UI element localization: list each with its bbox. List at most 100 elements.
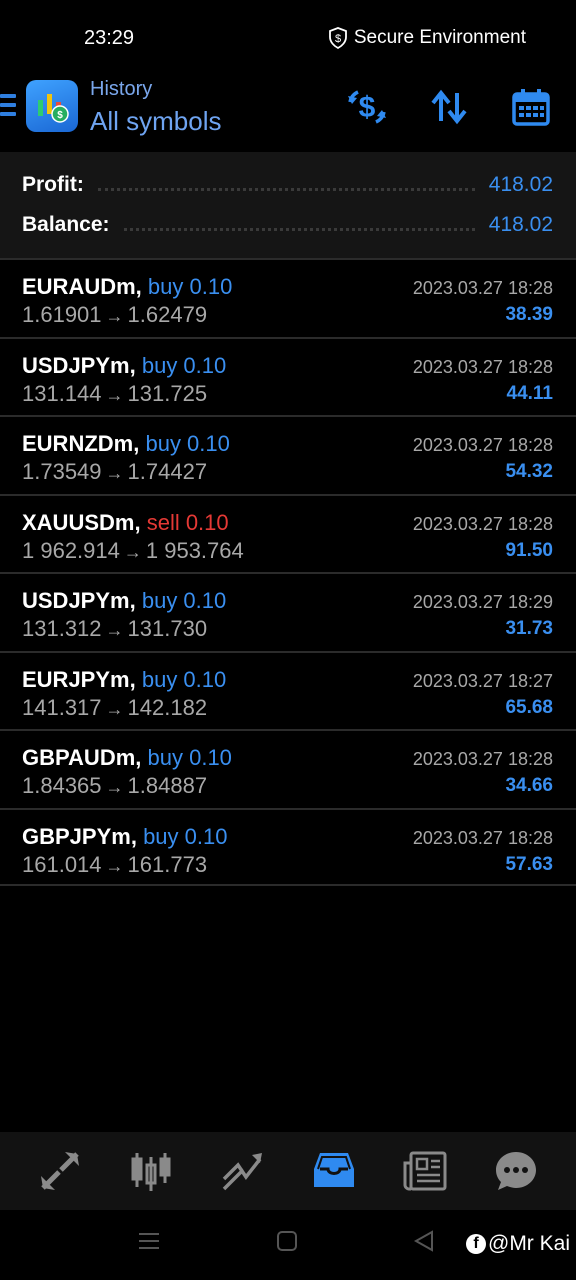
back-button[interactable] bbox=[413, 1230, 435, 1257]
shield-icon: $ bbox=[328, 27, 347, 49]
close-price: 142.182 bbox=[127, 694, 208, 720]
trade-symbol: GBPJPYm, bbox=[22, 823, 137, 849]
dotted-leader bbox=[97, 187, 475, 191]
close-price: 1.74427 bbox=[127, 459, 208, 484]
trade-time: 2023.03.27 18:27 bbox=[412, 670, 553, 691]
svg-text:$: $ bbox=[57, 110, 63, 121]
quotes-icon[interactable] bbox=[30, 1141, 90, 1201]
dollar-exchange-icon[interactable]: $ bbox=[344, 84, 390, 130]
arrow-right-icon: → bbox=[105, 698, 124, 719]
trade-time: 2023.03.27 18:29 bbox=[412, 592, 553, 612]
trade-symbol: EURNZDm, bbox=[22, 431, 140, 456]
sort-icon[interactable] bbox=[426, 84, 472, 130]
dotted-leader bbox=[123, 227, 475, 231]
recent-apps-button[interactable] bbox=[138, 1230, 160, 1257]
trade-row[interactable]: EURNZDm, buy 0.10 1.73549 → 1.74427 2023.0… bbox=[0, 415, 576, 494]
trade-row[interactable]: USDJPYm, buy 0.10 131.144 → 131.725 2023.0… bbox=[0, 336, 576, 416]
trade-history-list: EURAUDm, buy 0.10 1.61901 → 1.62479 2023.0… bbox=[0, 258, 576, 886]
trade-profit: 65.68 bbox=[505, 696, 553, 718]
arrow-right-icon: → bbox=[123, 541, 142, 562]
trade-profit: 44.11 bbox=[506, 382, 554, 404]
history-summary: Profit: 418.02 Balance: 418.02 bbox=[0, 152, 576, 258]
news-icon[interactable] bbox=[395, 1141, 455, 1201]
trade-profit: 34.66 bbox=[505, 775, 553, 796]
arrow-right-icon: → bbox=[105, 620, 124, 640]
trade-profit: 38.39 bbox=[505, 304, 553, 325]
watermark-text: @Mr Kai bbox=[488, 1232, 570, 1255]
open-price: 1.73549 bbox=[22, 459, 102, 484]
trade-row[interactable]: GBPAUDm, buy 0.10 1.84365 → 1.84887 2023.0… bbox=[0, 729, 576, 808]
profit-value: 418.02 bbox=[488, 173, 553, 196]
open-price: 161.014 bbox=[22, 851, 102, 877]
svg-text:$: $ bbox=[359, 91, 376, 124]
app-logo: $ bbox=[26, 80, 78, 132]
secure-environment-indicator: $ Secure Environment bbox=[328, 27, 526, 49]
watermark: f @Mr Kai bbox=[466, 1232, 570, 1256]
trade-side: buy 0.10 bbox=[141, 352, 227, 378]
trade-row[interactable]: EURAUDm, buy 0.10 1.61901 → 1.62479 2023.0… bbox=[0, 258, 576, 337]
trade-row[interactable]: XAUUSDm, sell 0.10 1 962.914 → 1 953.764 2… bbox=[0, 493, 576, 573]
trade-side: buy 0.10 bbox=[141, 588, 227, 613]
arrow-right-icon: → bbox=[105, 855, 124, 876]
history-icon[interactable] bbox=[304, 1141, 364, 1201]
trade-profit: 54.32 bbox=[505, 461, 553, 482]
arrow-right-icon: → bbox=[105, 306, 124, 326]
trade-symbol: EURJPYm, bbox=[22, 666, 136, 692]
profit-row: Profit: 418.02 bbox=[22, 170, 553, 200]
app-header: $ History All symbols $ bbox=[0, 70, 576, 152]
trade-symbol: XAUUSDm, bbox=[22, 509, 141, 535]
trade-row[interactable]: USDJPYm, buy 0.10 131.312 → 131.730 2023.0… bbox=[0, 572, 576, 651]
chart-icon[interactable] bbox=[121, 1141, 181, 1201]
chat-icon[interactable] bbox=[486, 1141, 546, 1201]
trade-time: 2023.03.27 18:28 bbox=[412, 513, 553, 534]
secure-label: Secure Environment bbox=[353, 27, 526, 48]
trade-time: 2023.03.27 18:28 bbox=[412, 749, 553, 769]
trade-profit: 57.63 bbox=[505, 853, 553, 875]
trade-time: 2023.03.27 18:28 bbox=[412, 278, 553, 298]
trade-time: 2023.03.27 18:28 bbox=[412, 435, 553, 455]
balance-label: Balance: bbox=[22, 213, 110, 236]
open-price: 131.312 bbox=[22, 616, 102, 641]
trade-symbol: GBPAUDm, bbox=[22, 745, 142, 770]
arrow-right-icon: → bbox=[105, 463, 124, 483]
trade-side: buy 0.10 bbox=[145, 431, 230, 456]
home-button[interactable] bbox=[276, 1230, 298, 1257]
open-price: 1 962.914 bbox=[22, 537, 120, 563]
open-price: 1.84365 bbox=[22, 773, 102, 798]
trade-row[interactable]: EURJPYm, buy 0.10 141.317 → 142.182 2023.0… bbox=[0, 650, 576, 730]
trade-side: buy 0.10 bbox=[147, 274, 233, 299]
open-price: 131.144 bbox=[22, 380, 102, 406]
calendar-icon[interactable] bbox=[508, 84, 554, 130]
trade-profit: 91.50 bbox=[505, 539, 553, 561]
trade-icon[interactable] bbox=[212, 1141, 272, 1201]
trade-profit: 31.73 bbox=[505, 618, 553, 639]
trade-side: buy 0.10 bbox=[143, 823, 228, 849]
bottom-nav bbox=[0, 1132, 576, 1210]
close-price: 131.725 bbox=[127, 380, 208, 406]
menu-icon[interactable] bbox=[0, 94, 16, 118]
close-price: 1.84887 bbox=[127, 773, 208, 798]
trade-side: buy 0.10 bbox=[141, 666, 227, 692]
svg-text:$: $ bbox=[335, 33, 341, 45]
page-subtitle: History bbox=[90, 78, 153, 100]
close-price: 1.62479 bbox=[127, 302, 208, 327]
system-nav-bar: f @Mr Kai bbox=[0, 1210, 576, 1280]
status-bar: 23:29 $ Secure Environment bbox=[0, 0, 576, 70]
close-price: 131.730 bbox=[127, 616, 208, 641]
trade-row[interactable]: GBPJPYm, buy 0.10 161.014 → 161.773 2023.0… bbox=[0, 807, 576, 886]
profit-label: Profit: bbox=[22, 173, 84, 196]
trade-symbol: USDJPYm, bbox=[22, 352, 136, 378]
close-price: 161.773 bbox=[127, 851, 208, 877]
arrow-right-icon: → bbox=[105, 777, 124, 797]
page-title[interactable]: All symbols bbox=[90, 106, 221, 137]
balance-value: 418.02 bbox=[488, 213, 553, 236]
trade-time: 2023.03.27 18:28 bbox=[412, 356, 553, 377]
trade-symbol: USDJPYm, bbox=[22, 588, 136, 613]
trade-side: buy 0.10 bbox=[147, 745, 232, 770]
close-price: 1 953.764 bbox=[145, 537, 244, 563]
balance-row: Balance: 418.02 bbox=[22, 210, 553, 240]
trade-side: sell 0.10 bbox=[146, 509, 229, 535]
arrow-right-icon: → bbox=[105, 384, 124, 405]
open-price: 1.61901 bbox=[22, 302, 102, 327]
status-time: 23:29 bbox=[84, 27, 135, 49]
